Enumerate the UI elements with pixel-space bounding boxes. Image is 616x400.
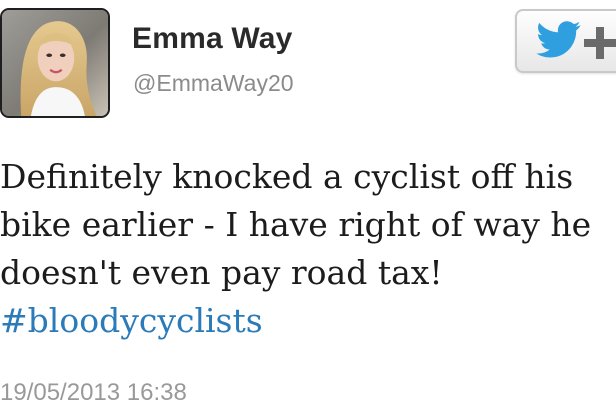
hashtag-link[interactable]: #bloodycyclists — [0, 297, 616, 345]
twitter-bird-icon — [536, 21, 581, 58]
avatar[interactable] — [0, 8, 110, 118]
plus-icon — [584, 27, 616, 59]
tweet-card: Emma Way @EmmaWay20 Definitely knocked a… — [0, 0, 616, 400]
author-handle[interactable]: @EmmaWay20 — [133, 70, 294, 97]
author-name[interactable]: Emma Way — [132, 22, 293, 56]
timestamp: 19/05/2013 16:38 — [0, 379, 187, 400]
tweet-text-line: Definitely knocked a cyclist off his — [0, 157, 574, 196]
follow-button[interactable] — [515, 9, 616, 73]
tweet-text-line: doesn't even pay road tax! — [0, 253, 443, 292]
tweet-text: Definitely knocked a cyclist off his bik… — [0, 153, 616, 345]
avatar-photo — [2, 10, 108, 116]
tweet-text-line: bike earlier - I have right of way he — [0, 205, 592, 244]
